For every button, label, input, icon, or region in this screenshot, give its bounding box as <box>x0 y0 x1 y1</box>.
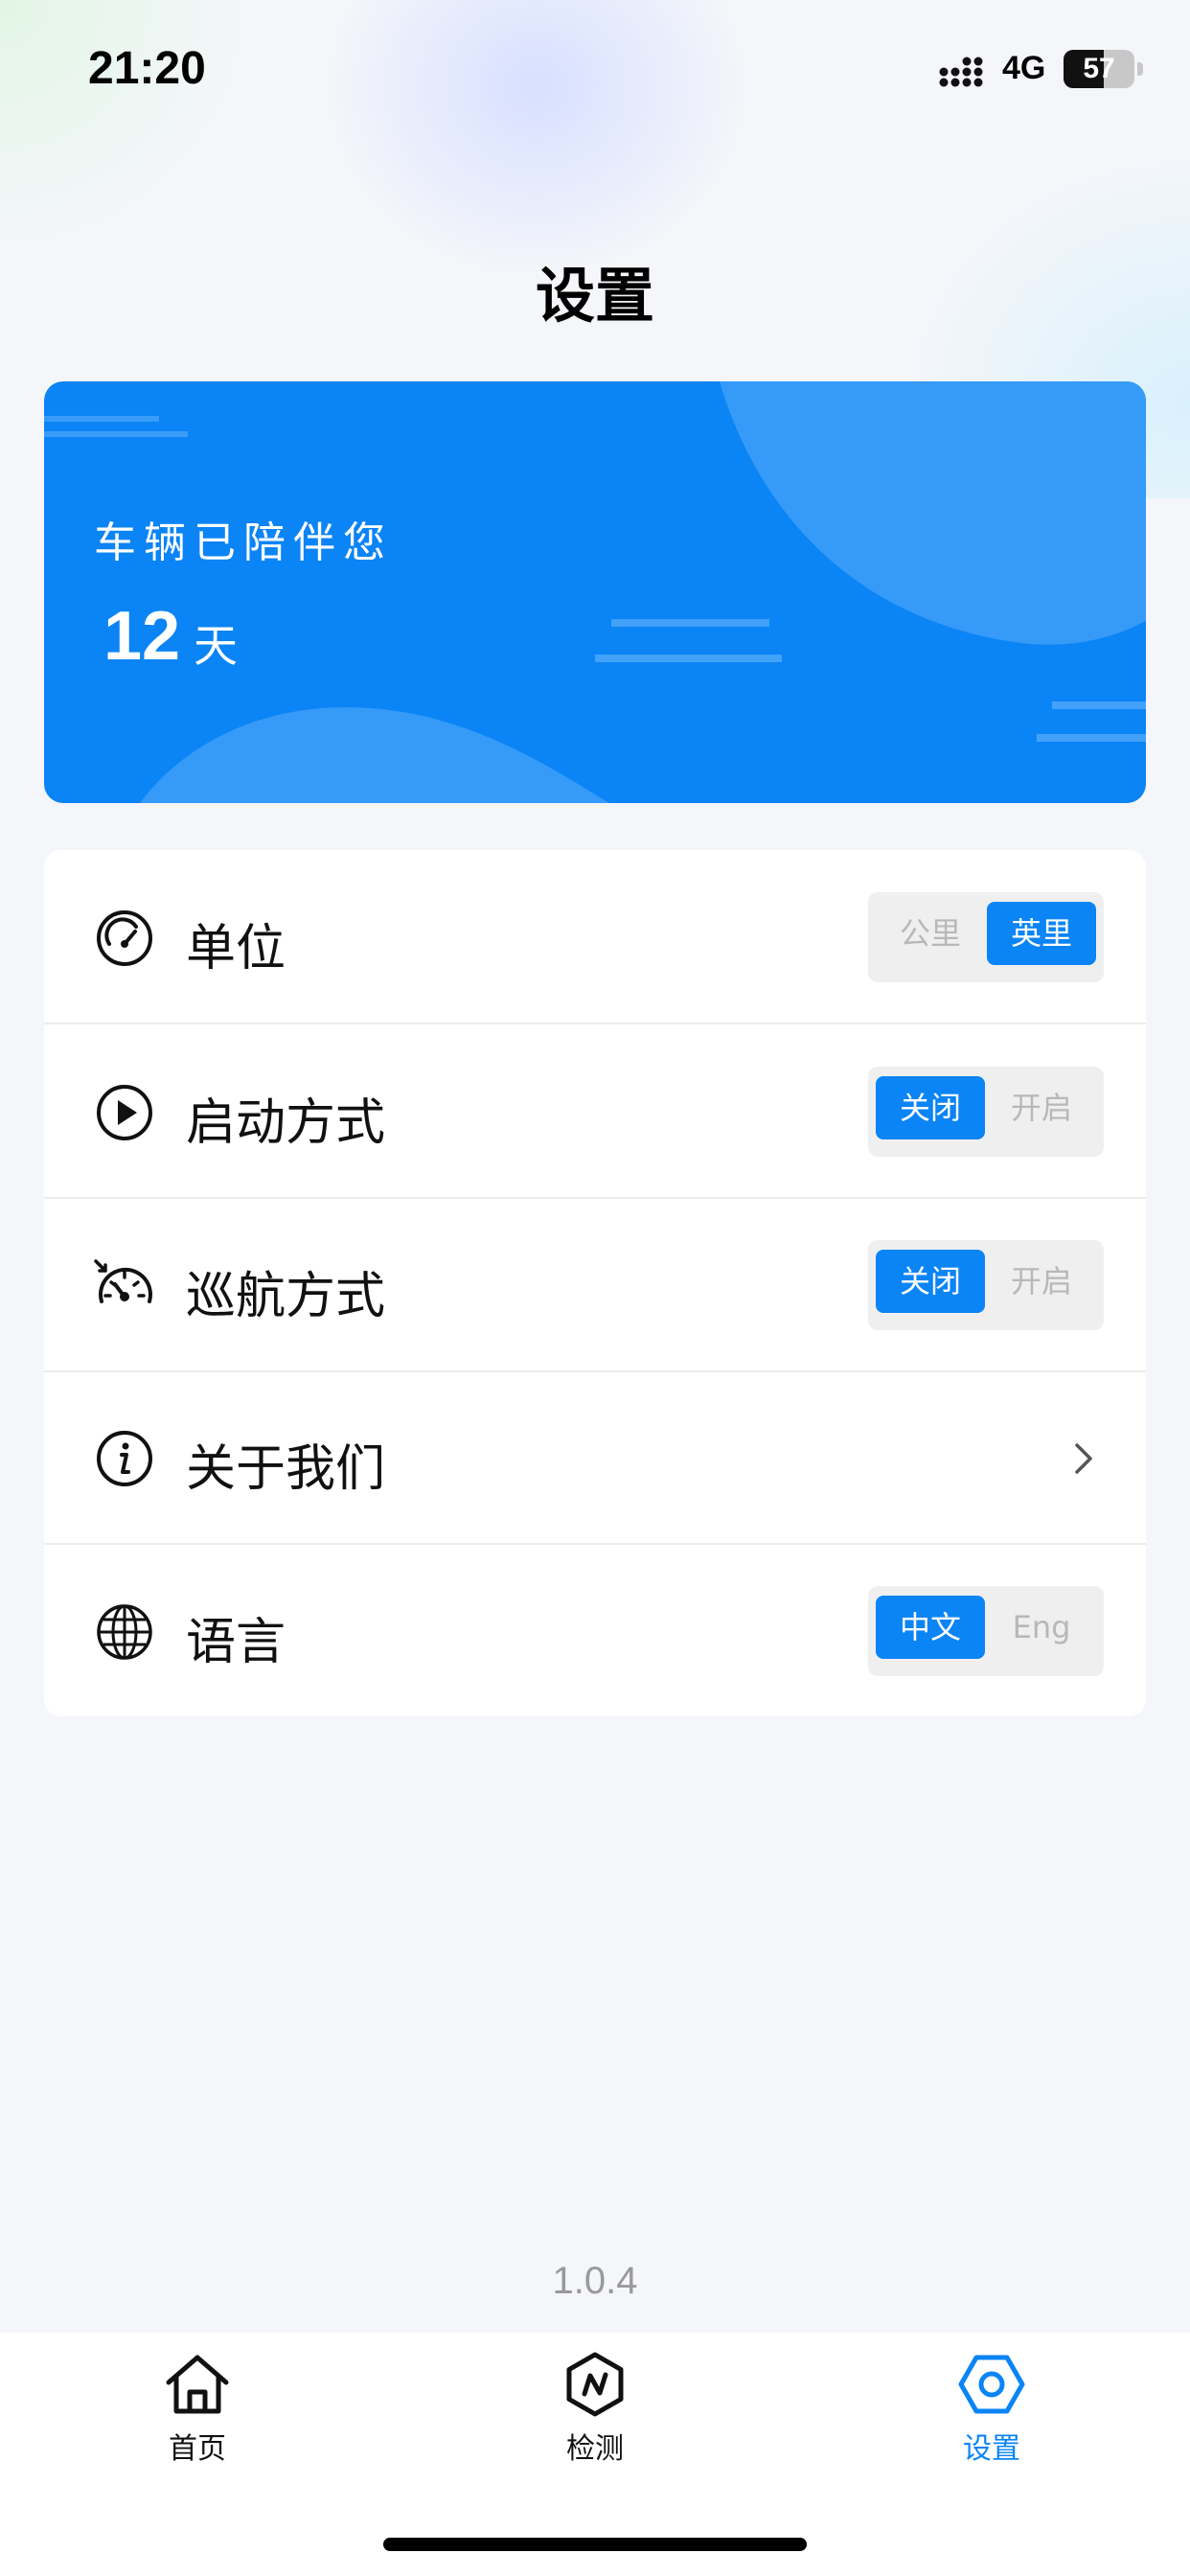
unit-option-mile[interactable]: 英里 <box>987 902 1096 965</box>
startup-option-off[interactable]: 关闭 <box>876 1076 985 1139</box>
network-type: 4G <box>1002 50 1046 86</box>
tab-label-settings: 设置 <box>963 2432 1020 2466</box>
home-indicator[interactable] <box>383 2538 807 2551</box>
status-bar: 21:20 4G 57 <box>0 0 1190 144</box>
language-toggle[interactable]: 中文 Eng <box>868 1586 1104 1676</box>
settings-list: 单位 公里 英里 启动方式 关闭 开启 巡航方式 关闭 开启 关于我们 语言 中… <box>44 850 1146 1716</box>
tab-settings[interactable]: 设置 <box>848 2333 1135 2496</box>
info-icon <box>97 1431 152 1486</box>
status-time: 21:20 <box>88 43 206 94</box>
setting-label-cruise: 巡航方式 <box>186 1268 386 1325</box>
tab-detect[interactable]: 检测 <box>451 2333 739 2496</box>
chevron-right-icon[interactable] <box>1069 1439 1098 1478</box>
globe-icon <box>97 1604 152 1660</box>
setting-row-about[interactable]: 关于我们 <box>44 1370 1146 1545</box>
setting-label-unit: 单位 <box>186 920 286 978</box>
setting-row-cruise: 巡航方式 关闭 开启 <box>44 1198 1146 1372</box>
play-icon <box>97 1085 152 1140</box>
battery-percent: 57 <box>1083 53 1115 84</box>
setting-label-startup: 启动方式 <box>186 1094 386 1152</box>
cruise-toggle[interactable]: 关闭 开启 <box>868 1240 1104 1330</box>
battery-icon: 57 <box>1064 50 1144 88</box>
startup-toggle[interactable]: 关闭 开启 <box>868 1067 1104 1157</box>
language-option-chinese[interactable]: 中文 <box>876 1596 985 1659</box>
tab-label-detect: 检测 <box>566 2432 624 2466</box>
companion-days-banner: 车辆已陪伴您 12 天 <box>44 381 1146 803</box>
companion-days-count: 12 <box>103 598 181 675</box>
tab-home[interactable]: 首页 <box>54 2333 341 2496</box>
home-icon <box>166 2355 229 2414</box>
speedometer-icon <box>97 910 152 966</box>
setting-row-language: 语言 中文 Eng <box>44 1544 1146 1716</box>
settings-icon <box>958 2355 1025 2414</box>
detect-icon <box>566 2352 624 2417</box>
banner-decoration <box>44 381 1146 803</box>
setting-label-language: 语言 <box>186 1614 286 1671</box>
cruise-gauge-icon <box>94 1259 152 1303</box>
cruise-option-off[interactable]: 关闭 <box>876 1250 985 1313</box>
setting-row-unit: 单位 公里 英里 <box>44 850 1146 1024</box>
setting-label-about: 关于我们 <box>186 1440 386 1498</box>
unit-option-km[interactable]: 公里 <box>876 902 985 965</box>
app-version: 1.0.4 <box>552 2260 638 2302</box>
unit-toggle[interactable]: 公里 英里 <box>868 892 1104 982</box>
language-option-english[interactable]: Eng <box>987 1596 1096 1659</box>
companion-days-unit: 天 <box>194 620 238 672</box>
cruise-option-on[interactable]: 开启 <box>987 1250 1096 1313</box>
page-title: 设置 <box>535 261 654 331</box>
signal-icon <box>939 57 983 87</box>
startup-option-on[interactable]: 开启 <box>987 1076 1096 1139</box>
setting-row-startup: 启动方式 关闭 开启 <box>44 1024 1146 1199</box>
companion-label: 车辆已陪伴您 <box>94 518 393 567</box>
tab-label-home: 首页 <box>169 2432 226 2466</box>
